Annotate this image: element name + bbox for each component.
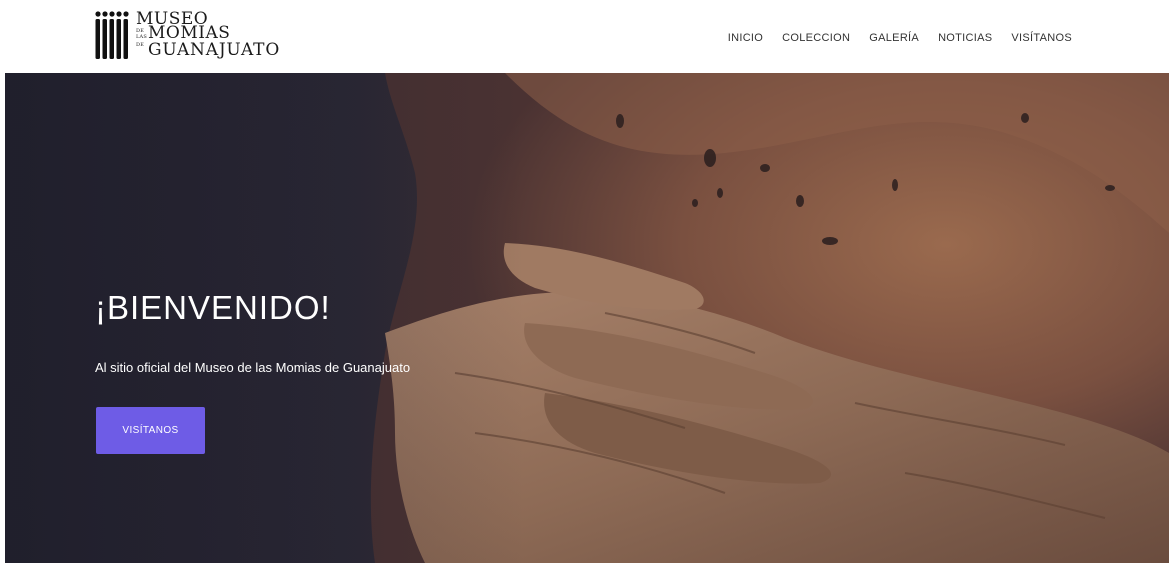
- visit-us-button[interactable]: VISÍTANOS: [96, 407, 205, 454]
- museum-logo[interactable]: MUSEO DE LAS MOMIAS DE GUANAJUATO: [95, 10, 285, 63]
- logo-wordmark: MUSEO DE LAS MOMIAS DE GUANAJUATO: [136, 10, 285, 63]
- nav-item-galeria[interactable]: GALERÍA: [869, 31, 919, 45]
- logo-small-las: LAS: [136, 34, 147, 40]
- nav-item-visitanos[interactable]: VISÍTANOS: [1011, 31, 1072, 45]
- nav-item-coleccion[interactable]: COLECCION: [782, 31, 850, 45]
- hero-subtitle: Al sitio oficial del Museo de las Momias…: [95, 360, 411, 375]
- logo-line-guanajuato: GUANAJUATO: [148, 40, 281, 60]
- logo-small-de-2: DE: [136, 42, 145, 48]
- main-nav: INICIO COLECCION GALERÍA NOTICIAS VISÍTA…: [728, 31, 1072, 45]
- site-header: MUSEO DE LAS MOMIAS DE GUANAJUATO INICIO…: [0, 0, 1169, 73]
- nav-item-noticias[interactable]: NOTICIAS: [938, 31, 992, 45]
- nav-item-inicio[interactable]: INICIO: [728, 31, 763, 45]
- hero-section: ¡BIENVENIDO! Al sitio oficial del Museo …: [5, 73, 1169, 563]
- hero-title: ¡BIENVENIDO!: [95, 289, 331, 326]
- logo-mark-icon: [95, 11, 131, 63]
